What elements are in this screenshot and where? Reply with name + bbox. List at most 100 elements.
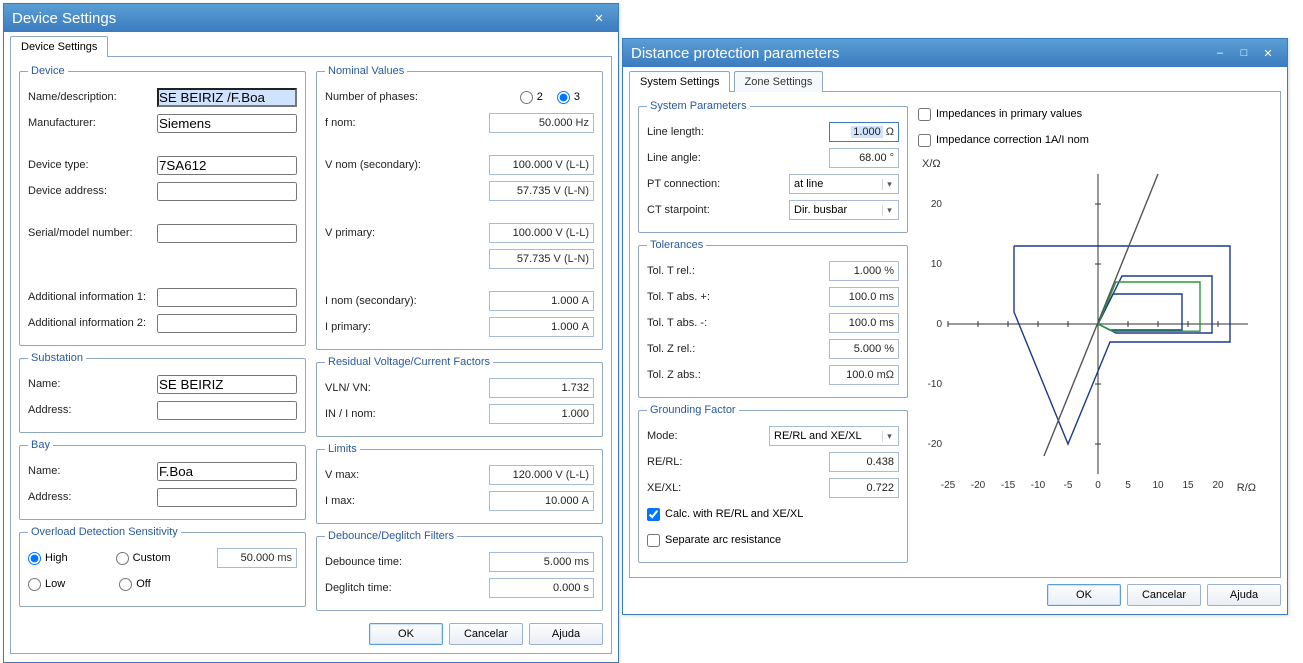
lbl-mode: Mode: (647, 430, 769, 442)
cancel-button[interactable]: Cancelar (1127, 584, 1201, 606)
input-trel[interactable]: 1.000% (829, 261, 899, 281)
lbl-info2: Additional information 2: (28, 317, 157, 329)
legend-debounce: Debounce/Deglitch Filters (325, 530, 457, 542)
group-nominal: Nominal Values Number of phases: 2 3 f n… (316, 65, 603, 350)
group-device: Device Name/description: Manufacturer: D… (19, 65, 306, 346)
radio-phase3[interactable]: 3 (557, 91, 580, 104)
input-manufacturer[interactable] (157, 114, 297, 133)
chevron-down-icon[interactable]: ▾ (882, 431, 896, 442)
close-icon[interactable] (588, 9, 610, 27)
radio-off[interactable]: Off (119, 578, 150, 591)
select-ct-starpoint[interactable]: Dir. busbar▾ (789, 200, 899, 220)
input-tabsp[interactable]: 100.0ms (829, 287, 899, 307)
input-xexl[interactable]: 0.722 (829, 478, 899, 498)
chevron-down-icon[interactable]: ▾ (882, 179, 896, 190)
input-line-angle[interactable]: 68.00° (829, 148, 899, 168)
lbl-ct-star: CT starpoint: (647, 204, 789, 216)
group-tolerances: Tolerances Tol. T rel.:1.000% Tol. T abs… (638, 239, 908, 398)
cancel-button[interactable]: Cancelar (449, 623, 523, 645)
lbl-trel: Tol. T rel.: (647, 265, 829, 277)
lbl-dev-addr: Device address: (28, 185, 157, 197)
lbl-separate-arc: Separate arc resistance (665, 534, 781, 546)
radio-phase2[interactable]: 2 (520, 91, 543, 104)
input-info1[interactable] (157, 288, 297, 307)
input-tabsm[interactable]: 100.0ms (829, 313, 899, 333)
radio-low[interactable]: Low (28, 578, 65, 591)
input-vsec-ln[interactable]: 57.735V (L-N) (489, 181, 594, 201)
input-vprim-ll[interactable]: 100.000V (L-L) (489, 223, 594, 243)
lbl-pt-conn: PT connection: (647, 178, 789, 190)
lbl-vprim: V primary: (325, 227, 489, 239)
lbl-tabsp: Tol. T abs. +: (647, 291, 829, 303)
input-info2[interactable] (157, 314, 297, 333)
svg-text:15: 15 (1182, 480, 1194, 491)
svg-text:10: 10 (931, 259, 943, 270)
input-line-length[interactable]: 1.000Ω (829, 122, 899, 142)
input-rerl[interactable]: 0.438 (829, 452, 899, 472)
titlebar-distance: Distance protection parameters (623, 39, 1287, 67)
input-imax[interactable]: 10.000A (489, 491, 594, 511)
help-button[interactable]: Ajuda (529, 623, 603, 645)
help-button[interactable]: Ajuda (1207, 584, 1281, 606)
tab-zone-settings[interactable]: Zone Settings (734, 71, 824, 92)
tab-device-settings[interactable]: Device Settings (10, 36, 108, 57)
ok-button[interactable]: OK (369, 623, 443, 645)
radio-high[interactable]: High (28, 552, 68, 565)
input-device-type[interactable] (157, 156, 297, 175)
input-zrel[interactable]: 5.000% (829, 339, 899, 359)
lbl-isec: I nom (secondary): (325, 295, 489, 307)
input-bay-name[interactable] (157, 462, 297, 481)
input-iprim[interactable]: 1.000A (489, 317, 594, 337)
group-bay: Bay Name: Address: (19, 439, 306, 520)
lbl-sub-name: Name: (28, 378, 157, 390)
minimize-icon[interactable] (1209, 44, 1231, 62)
input-vmax[interactable]: 120.000V (L-L) (489, 465, 594, 485)
close-icon[interactable] (1257, 44, 1279, 62)
ok-button[interactable]: OK (1047, 584, 1121, 606)
check-separate-arc[interactable]: Separate arc resistance (647, 534, 781, 547)
input-zabs[interactable]: 100.0mΩ (829, 365, 899, 385)
input-deglitch[interactable]: 0.000s (489, 578, 594, 598)
input-debounce[interactable]: 5.000ms (489, 552, 594, 572)
maximize-icon[interactable] (1233, 44, 1255, 62)
input-fnom[interactable]: 50.000Hz (489, 113, 594, 133)
radio-custom[interactable]: Custom (116, 552, 171, 565)
check-imp-primary[interactable]: Impedances in primary values (918, 108, 1082, 121)
impedance-chart: X/Ω R/Ω -25-20-15-10-505101520-20-100102… (918, 154, 1258, 514)
input-in[interactable]: 1.000 (489, 404, 594, 424)
chevron-down-icon[interactable]: ▾ (882, 205, 896, 216)
input-bay-addr[interactable] (157, 488, 297, 507)
svg-text:-10: -10 (1031, 480, 1046, 491)
input-substation-addr[interactable] (157, 401, 297, 420)
lbl-vmax: V max: (325, 469, 489, 481)
lbl-in: IN / I nom: (325, 408, 489, 420)
lbl-bay-name: Name: (28, 465, 157, 477)
input-substation-name[interactable] (157, 375, 297, 394)
svg-text:5: 5 (1125, 480, 1131, 491)
input-serial[interactable] (157, 224, 297, 243)
chart-svg: -25-20-15-10-505101520-20-1001020 (918, 154, 1258, 514)
legend-system-params: System Parameters (647, 100, 750, 112)
select-pt-connection[interactable]: at line▾ (789, 174, 899, 194)
select-grounding-mode[interactable]: RE/RL and XE/XL▾ (769, 426, 899, 446)
input-isec[interactable]: 1.000A (489, 291, 594, 311)
lbl-bay-addr: Address: (28, 491, 157, 503)
lbl-low: Low (45, 578, 65, 590)
lbl-vsec: V nom (secondary): (325, 159, 489, 171)
input-vln[interactable]: 1.732 (489, 378, 594, 398)
check-imp-corr[interactable]: Impedance correction 1A/I nom (918, 134, 1089, 147)
lbl-tabsm: Tol. T abs. -: (647, 317, 829, 329)
svg-text:0: 0 (1095, 480, 1101, 491)
input-vprim-ln[interactable]: 57.735V (L-N) (489, 249, 594, 269)
lbl-calc: Calc. with RE/RL and XE/XL (665, 508, 803, 520)
lbl-vln: VLN/ VN: (325, 382, 489, 394)
input-device-address[interactable] (157, 182, 297, 201)
tab-system-settings[interactable]: System Settings (629, 71, 730, 92)
input-device-name[interactable] (157, 88, 297, 107)
input-overload-val[interactable]: 50.000ms (217, 548, 297, 568)
lbl-serial: Serial/model number: (28, 227, 157, 239)
lbl-off: Off (136, 578, 150, 590)
input-vsec-ll[interactable]: 100.000V (L-L) (489, 155, 594, 175)
check-calc[interactable]: Calc. with RE/RL and XE/XL (647, 508, 803, 521)
legend-tolerances: Tolerances (647, 239, 706, 251)
